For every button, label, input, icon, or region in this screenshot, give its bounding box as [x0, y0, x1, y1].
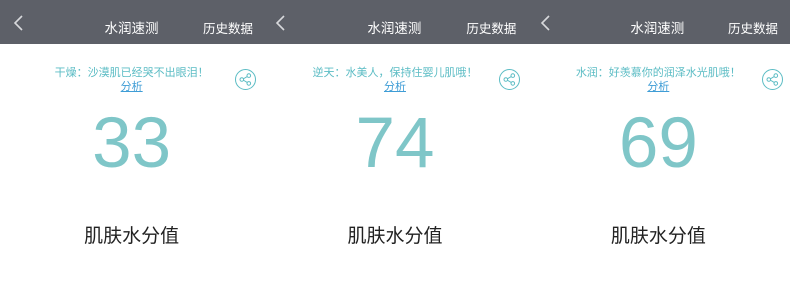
navbar: 水润速测 历史数据 — [526, 0, 790, 44]
score-label: 肌肤水分值 — [610, 225, 706, 247]
analyze-link-wrap: 分析 — [263, 80, 526, 93]
analyze-link-wrap: 分析 — [527, 80, 790, 93]
share-button[interactable] — [761, 69, 783, 90]
moisture-tip: 逆天：水美人，保持住婴儿肌哦！ — [312, 66, 478, 79]
measurement-panel: 水润速测 历史数据 干燥：沙漠肌已经哭不出眼泪！ 分析 33 肌肤水分值 — [0, 0, 264, 283]
measurement-panel: 水润速测 历史数据 逆天：水美人，保持住婴儿肌哦！ 分析 74 肌肤水分值 — [263, 0, 527, 283]
share-icon — [766, 73, 779, 86]
analyze-link-wrap: 分析 — [0, 80, 263, 93]
analyze-link[interactable]: 分析 — [384, 80, 406, 93]
measurement-panel: 水润速测 历史数据 水润：好羡慕你的润泽水光肌哦！ 分析 69 肌肤水分值 — [526, 0, 790, 283]
moisture-tip: 水润：好羡慕你的润泽水光肌哦！ — [575, 66, 741, 79]
score-label: 肌肤水分值 — [347, 225, 443, 247]
moisture-score: 74 — [355, 104, 435, 183]
moisture-score: 33 — [92, 104, 172, 183]
navbar: 水润速测 历史数据 — [0, 0, 264, 44]
moisture-tip: 干燥：沙漠肌已经哭不出眼泪！ — [54, 66, 209, 79]
share-icon — [503, 73, 515, 86]
score-label: 肌肤水分值 — [84, 225, 180, 247]
history-data-button[interactable]: 历史数据 — [466, 0, 516, 44]
history-data-button[interactable]: 历史数据 — [203, 0, 253, 44]
navbar: 水润速测 历史数据 — [263, 0, 527, 44]
history-data-button[interactable]: 历史数据 — [728, 0, 778, 44]
analyze-link[interactable]: 分析 — [647, 80, 669, 93]
share-icon — [239, 73, 252, 86]
screenshot-strip: 水润速测 历史数据 干燥：沙漠肌已经哭不出眼泪！ 分析 33 肌肤水分值 水润速… — [0, 0, 790, 283]
share-button[interactable] — [498, 69, 520, 90]
moisture-score: 69 — [618, 104, 698, 183]
analyze-link[interactable]: 分析 — [121, 80, 143, 93]
